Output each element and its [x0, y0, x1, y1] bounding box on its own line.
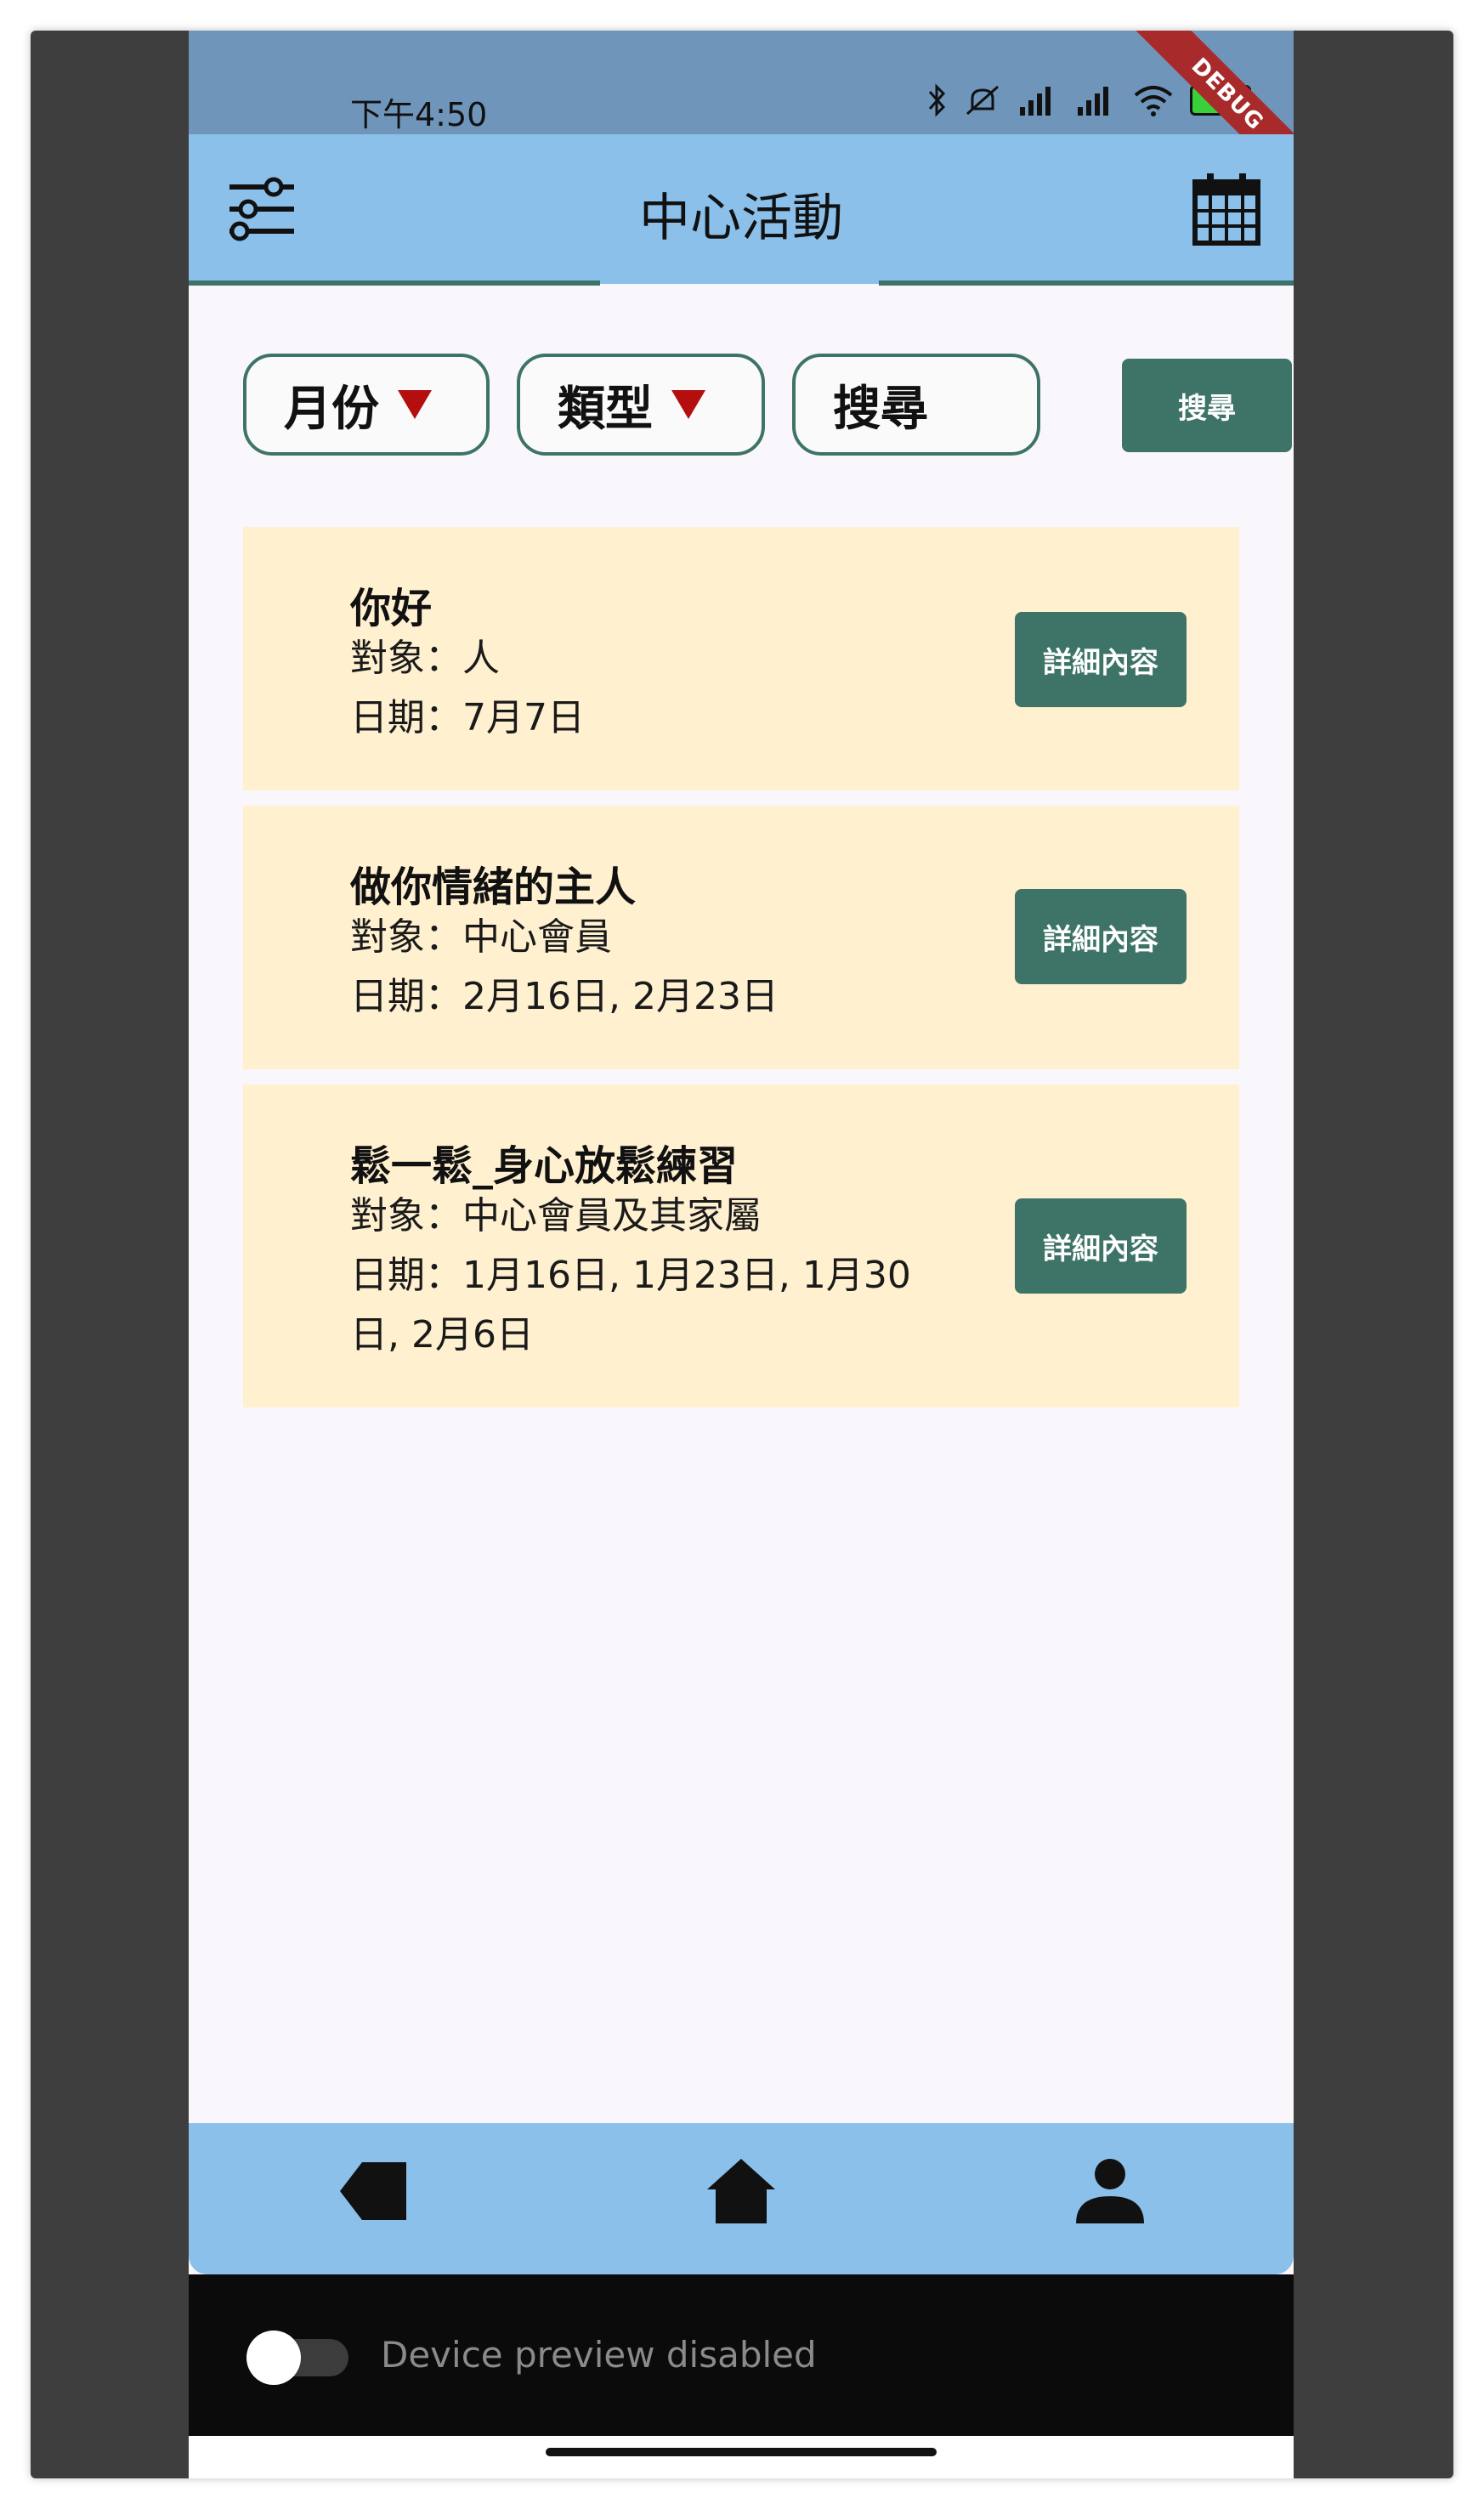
month-dropdown-label: 月份: [284, 381, 379, 437]
home-indicator-area: [189, 2436, 1294, 2478]
preview-toggle-knob[interactable]: [246, 2331, 301, 2385]
appbar-divider-right: [879, 280, 1294, 286]
signal-hd-icon: [1078, 87, 1108, 116]
status-time: 下午4:50: [350, 96, 488, 133]
search-input-placeholder: 搜尋: [833, 381, 928, 437]
activity-card: 做你情緒的主人 對象：中心會員 日期：2月16日, 2月23日 詳細內容: [243, 806, 1239, 1069]
status-bar: 下午4:50 DEBUG: [189, 31, 1294, 199]
profile-icon[interactable]: [1074, 2157, 1146, 2229]
page-title: 中心活動: [639, 189, 843, 248]
activity-target: 對象：人: [350, 637, 500, 680]
detail-button[interactable]: 詳細內容: [1015, 889, 1187, 984]
app-bar: 中心活動: [189, 134, 1294, 284]
back-icon[interactable]: [338, 2161, 408, 2225]
detail-button[interactable]: 詳細內容: [1015, 612, 1187, 707]
signal-icon: [1020, 87, 1051, 116]
search-button[interactable]: 搜尋: [1122, 359, 1292, 452]
phone-screen: 下午4:50 DEBUG 中心活動 月份 類型 搜尋 搜尋 你好 對象：人 日期…: [189, 31, 1294, 2478]
device-preview-bar: Device preview disabled: [189, 2274, 1294, 2436]
bottom-navigation: [189, 2123, 1294, 2274]
activity-target: 對象：中心會員及其家屬: [350, 1194, 762, 1238]
activity-date: 日期：1月16日, 1月23日, 1月30: [350, 1254, 911, 1297]
detail-button[interactable]: 詳細內容: [1015, 1198, 1187, 1294]
activity-title: 做你情緒的主人: [350, 864, 637, 911]
home-icon[interactable]: [705, 2157, 777, 2229]
type-dropdown[interactable]: 類型: [517, 354, 765, 456]
filter-row: 月份 類型 搜尋 搜尋: [243, 354, 1292, 461]
activity-date: 日期：7月7日: [350, 696, 585, 739]
month-dropdown[interactable]: 月份: [243, 354, 490, 456]
wifi-icon: [1134, 86, 1173, 116]
type-dropdown-label: 類型: [558, 381, 653, 437]
activity-date-continued: 日, 2月6日: [350, 1313, 534, 1356]
activity-date: 日期：2月16日, 2月23日: [350, 975, 779, 1018]
chevron-down-icon: [671, 390, 705, 419]
activity-target: 對象：中心會員: [350, 915, 612, 959]
activity-card: 你好 對象：人 日期：7月7日 詳細內容: [243, 527, 1239, 790]
activity-title: 你好: [350, 585, 433, 632]
appbar-divider-left: [189, 280, 600, 286]
home-indicator[interactable]: [546, 2448, 937, 2456]
bluetooth-icon: [928, 83, 946, 117]
activity-title: 鬆一鬆_身心放鬆練習: [350, 1142, 739, 1190]
activity-card: 鬆一鬆_身心放鬆練習 對象：中心會員及其家屬 日期：1月16日, 1月23日, …: [243, 1085, 1239, 1407]
search-input[interactable]: 搜尋: [792, 354, 1040, 456]
mute-icon: [966, 85, 999, 116]
chevron-down-icon: [398, 390, 432, 419]
calendar-icon[interactable]: [1192, 172, 1261, 250]
device-preview-label: Device preview disabled: [381, 2334, 817, 2376]
